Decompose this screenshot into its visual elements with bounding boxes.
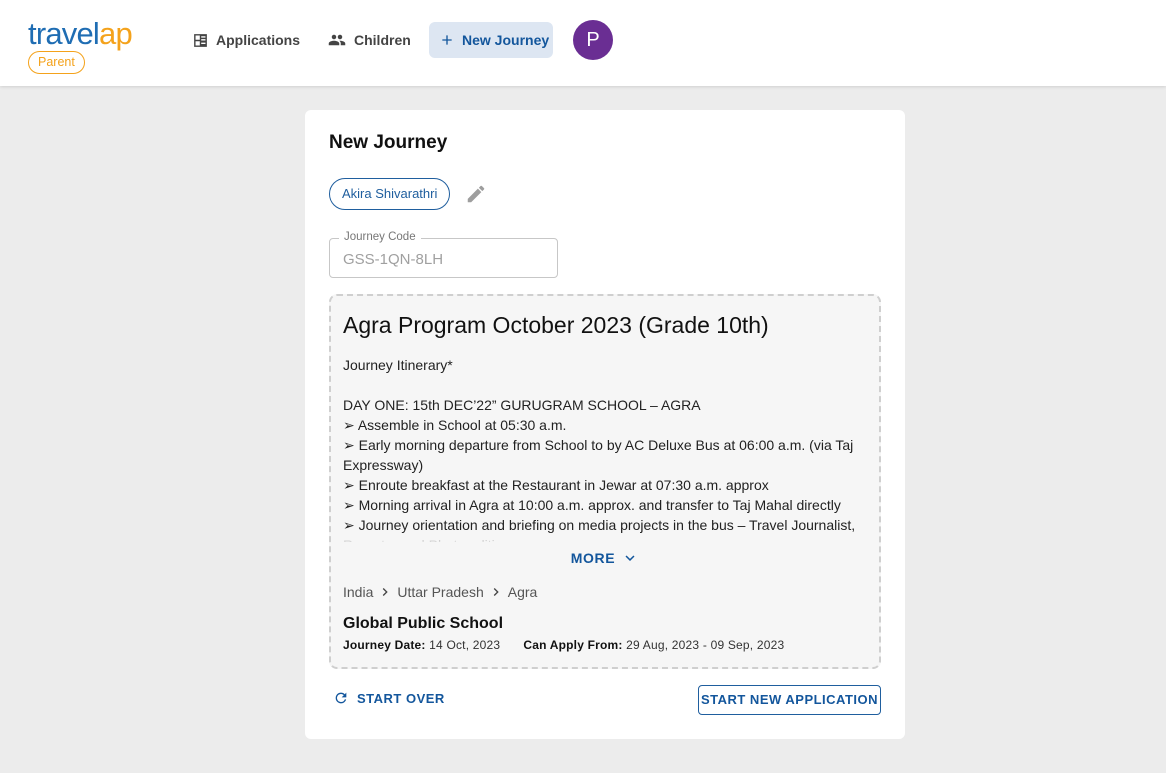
journey-date-label: Journey Date: — [343, 638, 426, 652]
child-chip[interactable]: Akira Shivarathri — [329, 178, 451, 210]
chevron-right-icon — [493, 588, 499, 596]
chevron-down-icon — [625, 555, 635, 562]
children-icon — [328, 34, 346, 46]
logo-text: travelap — [28, 16, 133, 51]
itinerary-line: DAY ONE: 15th DEC’22” GURUGRAM SCHOOL – … — [343, 397, 701, 413]
nav-children-label: Children — [354, 32, 411, 48]
start-new-application-button[interactable]: START NEW APPLICATION — [698, 685, 881, 715]
itinerary-line: ➢ Journey orientation and briefing on me… — [343, 517, 856, 542]
more-label: MORE — [570, 550, 616, 566]
apply-from-label: Can Apply From: — [523, 638, 623, 652]
journey-date-value: 14 Oct, 2023 — [429, 638, 501, 652]
chevron-right-icon — [383, 588, 389, 596]
top-header: travelap Parent Applications Children Ne… — [0, 0, 1166, 86]
card-title: New Journey — [329, 132, 448, 153]
refresh-icon — [335, 692, 347, 704]
start-over-label: START OVER — [357, 690, 445, 706]
school-name: Global Public School — [343, 615, 504, 632]
pencil-icon[interactable] — [465, 183, 487, 210]
logo-ap: ap — [99, 16, 133, 51]
itinerary-line: ➢ Morning arrival in Agra at 10:00 a.m. … — [343, 497, 841, 513]
crumb-city: Agra — [507, 584, 538, 600]
itinerary-text: Journey Itinerary* DAY ONE: 15th DEC’22”… — [343, 355, 869, 542]
nav-applications-label: Applications — [216, 32, 301, 48]
nav-children[interactable]: Children — [327, 22, 411, 58]
start-over-button[interactable]: START OVER — [333, 690, 445, 706]
crumb-country: India — [343, 584, 374, 600]
nav-applications[interactable]: Applications — [192, 22, 300, 58]
plus-icon — [442, 35, 452, 45]
logo-travel: travel — [28, 16, 100, 51]
user-avatar[interactable]: P — [573, 20, 613, 60]
location-breadcrumb: India Uttar Pradesh Agra — [343, 584, 537, 600]
journey-dates: Journey Date: 14 Oct, 2023 Can Apply Fro… — [343, 638, 784, 652]
journey-code-field[interactable]: Journey Code GSS-1QN-8LH — [329, 231, 558, 278]
journey-code-value: GSS-1QN-8LH — [343, 251, 444, 268]
travelap-logo[interactable]: travelap Parent — [28, 16, 133, 74]
crumb-state: Uttar Pradesh — [397, 584, 484, 600]
itinerary-line — [343, 375, 869, 395]
nav-new-journey-label: New Journey — [462, 32, 550, 48]
new-journey-card: New Journey Akira Shivarathri Journey Co… — [305, 110, 905, 739]
itinerary-fade — [343, 540, 869, 546]
role-badge: Parent — [28, 51, 85, 74]
apply-from-value: 29 Aug, 2023 - 09 Sep, 2023 — [626, 638, 785, 652]
itinerary-line: ➢ Assemble in School at 05:30 a.m. — [343, 417, 567, 433]
nav-new-journey[interactable]: New Journey — [429, 22, 553, 58]
journey-title: Agra Program October 2023 (Grade 10th) — [343, 312, 769, 338]
itinerary-line: ➢ Enroute breakfast at the Restaurant in… — [343, 477, 769, 493]
itinerary-line: ➢ Early morning departure from School to… — [343, 437, 854, 473]
applications-icon — [194, 33, 207, 47]
journey-details-box: Agra Program October 2023 (Grade 10th) J… — [329, 294, 881, 669]
itinerary-line: Journey Itinerary* — [343, 357, 453, 373]
more-button[interactable]: MORE — [331, 550, 879, 567]
journey-code-label: Journey Code — [339, 231, 421, 243]
